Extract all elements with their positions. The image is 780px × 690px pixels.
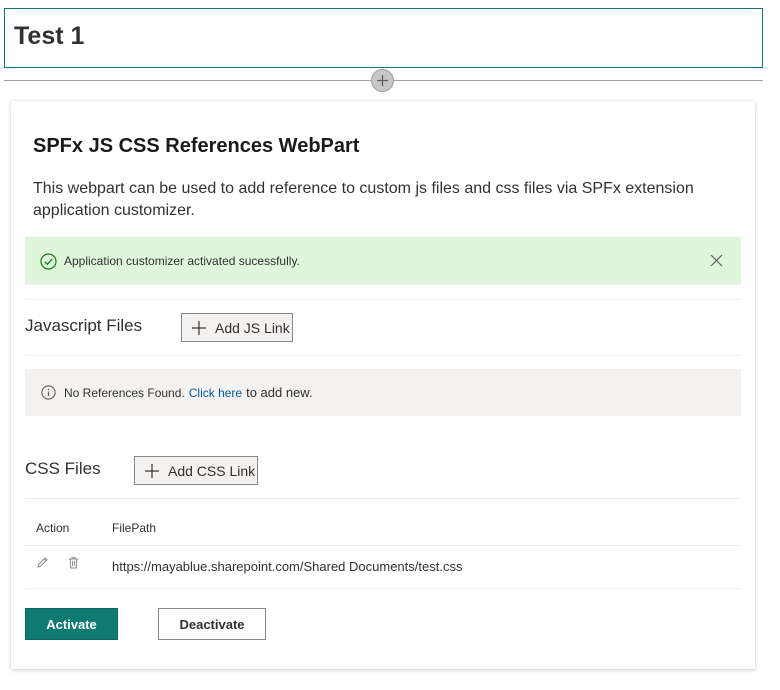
separator (25, 498, 741, 499)
plus-icon (145, 463, 159, 478)
plus-icon (192, 320, 206, 335)
page-title[interactable]: Test 1 (14, 22, 84, 51)
success-message-text: Application customizer activated sucessf… (64, 254, 300, 268)
deactivate-button[interactable]: Deactivate (158, 608, 266, 640)
info-message-text: No References Found. (64, 385, 185, 400)
webpart-card: SPFx JS CSS References WebPart This webp… (11, 101, 755, 669)
page-title-box[interactable]: Test 1 (4, 8, 763, 68)
add-js-link-label: Add JS Link (215, 319, 290, 336)
close-icon[interactable] (710, 254, 723, 267)
activate-button[interactable]: Activate (25, 608, 118, 640)
separator (25, 355, 741, 356)
separator (25, 299, 741, 300)
webpart-description: This webpart can be used to add referenc… (33, 180, 694, 219)
add-js-link-button[interactable]: Add JS Link (181, 313, 293, 342)
info-message-tail: to add new. (246, 385, 313, 400)
js-section-label: Javascript Files (25, 316, 143, 335)
file-path-cell: https://mayablue.sharepoint.com/Shared D… (112, 559, 463, 574)
add-css-link-button[interactable]: Add CSS Link (134, 456, 258, 485)
check-circle-icon (40, 252, 57, 270)
separator (25, 588, 741, 589)
webpart-title: SPFx JS CSS References WebPart (33, 135, 360, 157)
info-icon (41, 385, 56, 400)
css-section-label: CSS Files (25, 459, 101, 478)
add-section-button[interactable] (371, 69, 394, 92)
add-css-link-label: Add CSS Link (168, 462, 256, 479)
pencil-icon[interactable] (36, 556, 49, 569)
no-references-info-bar: No References Found. Click here to add n… (25, 369, 741, 416)
column-header-filepath[interactable]: FilePath (112, 521, 156, 535)
click-here-link[interactable]: Click here (189, 386, 242, 400)
column-header-action[interactable]: Action (36, 521, 69, 535)
success-message-bar: Application customizer activated sucessf… (25, 237, 741, 285)
table-header-separator (25, 545, 741, 546)
trash-icon[interactable] (67, 556, 80, 569)
plus-icon (377, 75, 388, 86)
